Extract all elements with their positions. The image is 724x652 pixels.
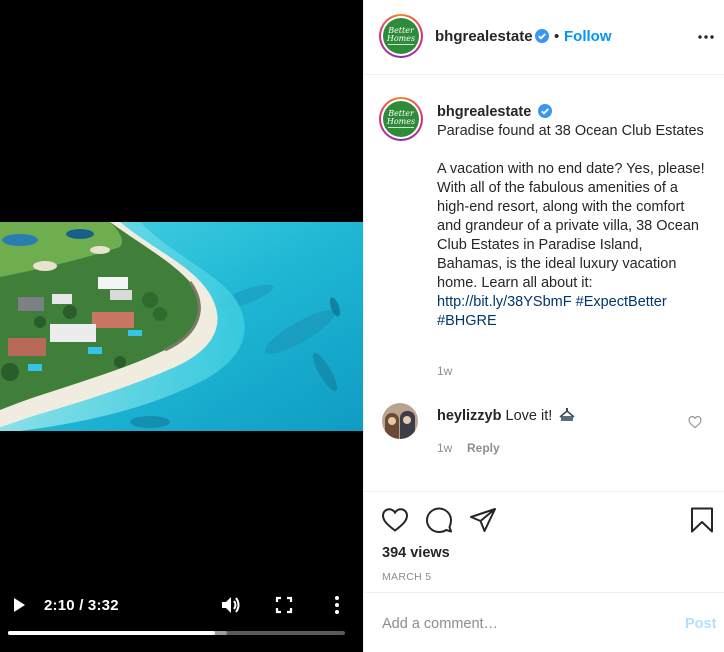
caption-timestamp[interactable]: 1w — [437, 364, 452, 378]
caption: bhgrealestate Paradise found at 38 Ocean… — [437, 103, 705, 331]
caption-avatar[interactable]: Better Homes — [379, 97, 423, 141]
comments-section: Better Homes bhgrealestate Paradise foun… — [364, 75, 724, 492]
brand-logo: Better Homes — [383, 18, 419, 54]
fullscreen-icon[interactable] — [275, 596, 293, 614]
play-icon[interactable] — [10, 596, 28, 614]
caption-username[interactable]: bhgrealestate — [437, 104, 531, 120]
profile-avatar[interactable]: Better Homes — [379, 14, 423, 58]
house-emoji-icon — [559, 408, 575, 421]
video-progress-bar[interactable] — [8, 631, 345, 635]
comment-text: Love it! — [505, 408, 553, 424]
post-comment-button[interactable]: Post — [685, 616, 716, 632]
heart-icon[interactable] — [381, 507, 409, 533]
video-player[interactable]: 2:10 / 3:32 — [0, 0, 363, 652]
commenter-avatar[interactable] — [382, 403, 418, 439]
more-options-icon[interactable] — [697, 28, 715, 46]
reply-button[interactable]: Reply — [467, 441, 500, 455]
caption-body: A vacation with no end date? Yes, please… — [437, 160, 705, 331]
aerial-resort-image — [0, 222, 363, 431]
follow-button[interactable]: Follow — [564, 28, 612, 45]
verified-badge-icon — [535, 29, 549, 43]
brand-logo: Better Homes — [383, 101, 419, 137]
view-count[interactable]: 394 views — [382, 545, 450, 561]
post-actions: 394 views MARCH 5 — [364, 493, 724, 593]
more-vertical-icon[interactable] — [330, 595, 344, 615]
comment: heylizzyb Love it! — [437, 408, 575, 424]
comment-bubble-icon[interactable] — [425, 507, 453, 533]
video-frame[interactable] — [0, 222, 363, 431]
comment-username[interactable]: heylizzyb — [437, 408, 501, 424]
video-progress-fill — [8, 631, 215, 635]
add-comment-bar: Post — [364, 594, 724, 652]
volume-icon[interactable] — [220, 595, 242, 615]
bookmark-icon[interactable] — [690, 507, 714, 533]
video-time: 2:10 / 3:32 — [44, 597, 119, 614]
verified-badge-icon — [538, 104, 553, 118]
post-sidebar: Better Homes bhgrealestate • Follow Bett… — [363, 0, 724, 652]
separator-dot: • — [554, 28, 560, 45]
post-date[interactable]: MARCH 5 — [382, 571, 431, 583]
paper-plane-icon[interactable] — [469, 507, 497, 533]
comment-heart-icon[interactable] — [688, 415, 702, 429]
post-header: Better Homes bhgrealestate • Follow — [364, 0, 724, 75]
video-controls: 2:10 / 3:32 — [0, 588, 363, 652]
caption-text: A vacation with no end date? Yes, please… — [437, 161, 705, 291]
comment-timestamp: 1w — [437, 441, 453, 455]
comment-input[interactable] — [382, 614, 662, 634]
caption-link[interactable]: http://bit.ly/38YSbmF — [437, 294, 572, 310]
header-username[interactable]: bhgrealestate — [435, 28, 533, 45]
caption-title: Paradise found at 38 Ocean Club Estates — [437, 123, 704, 139]
